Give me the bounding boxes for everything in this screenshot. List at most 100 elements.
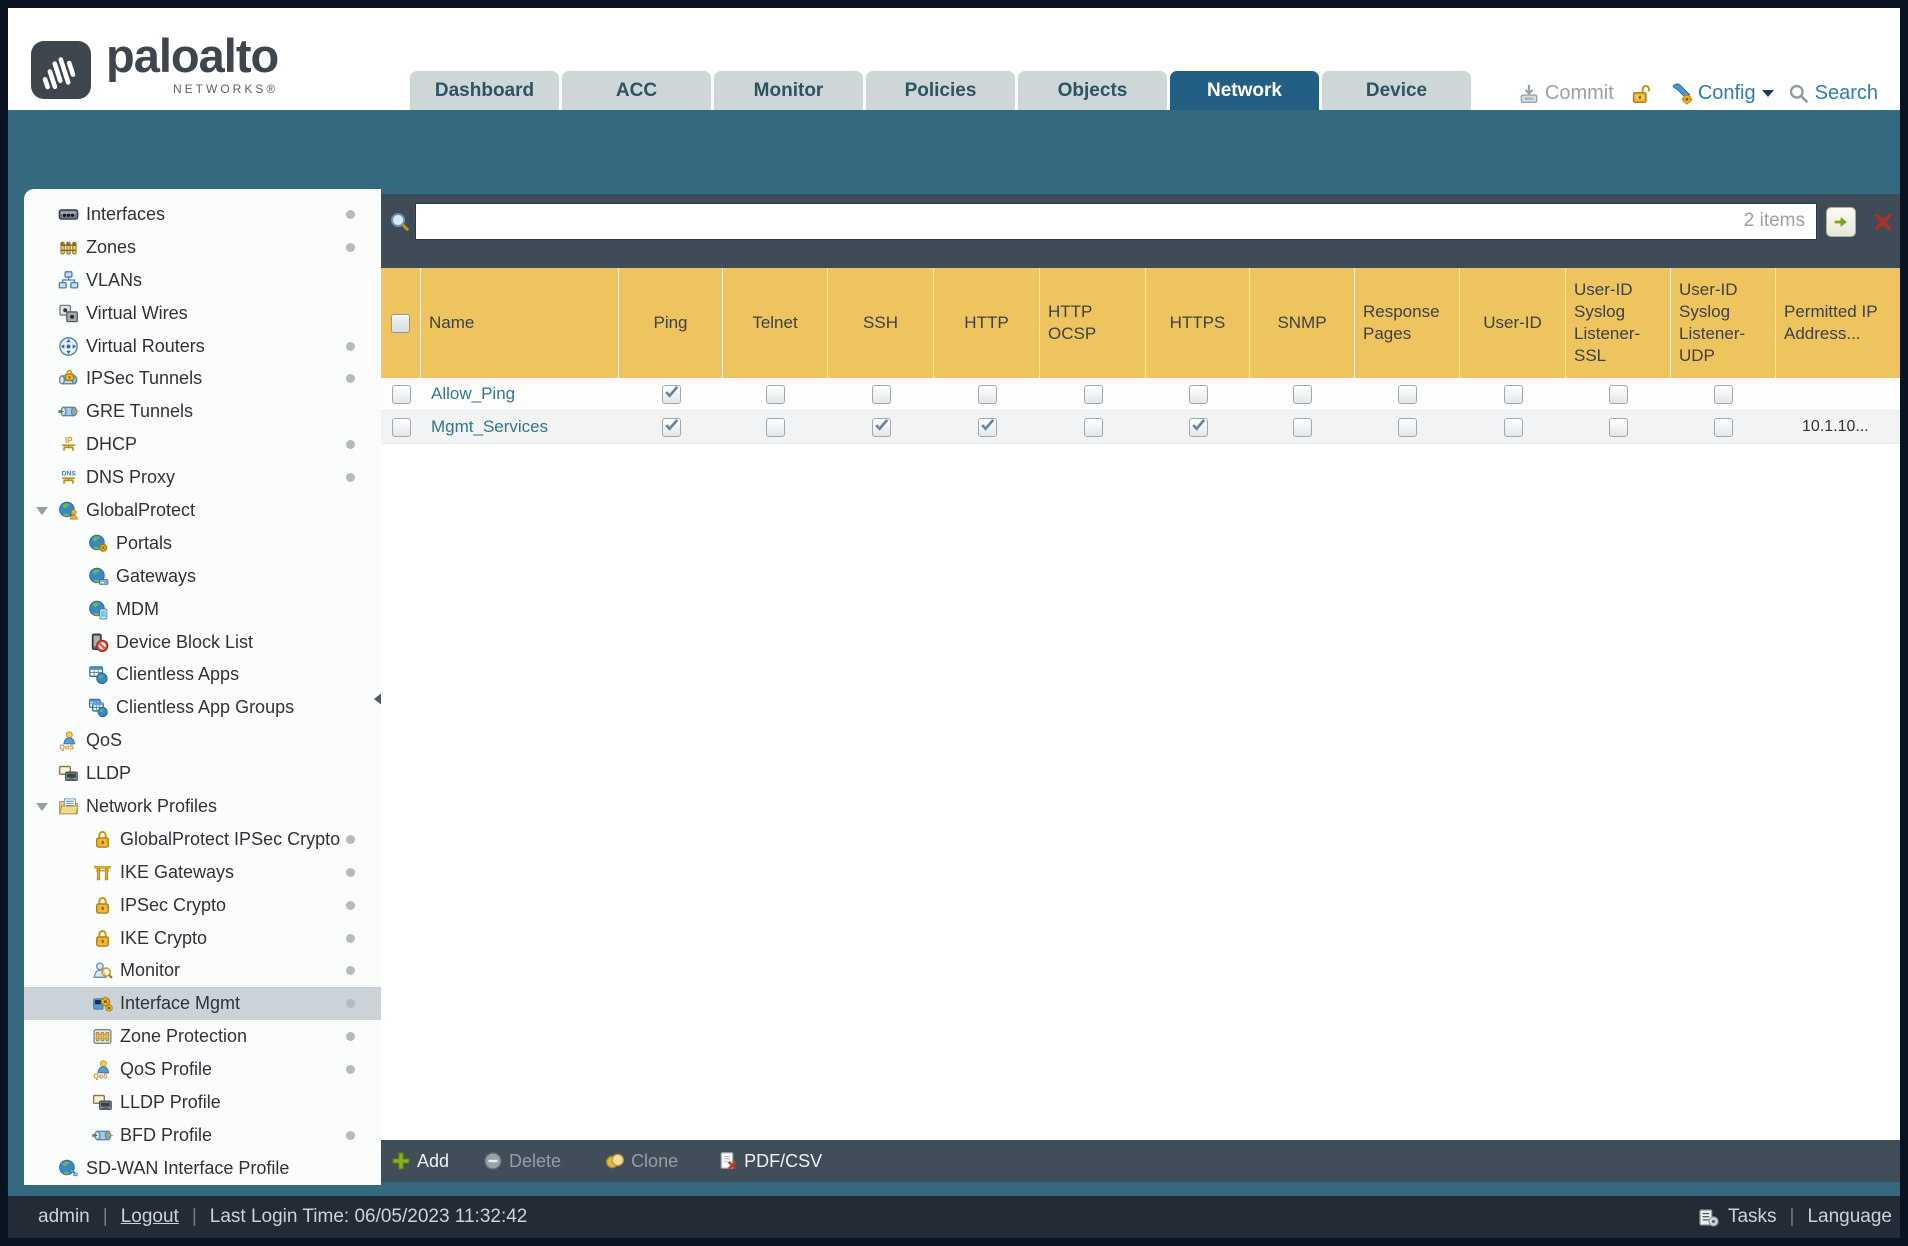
filter-input[interactable] <box>415 203 1817 240</box>
commit-button[interactable]: Commit <box>1518 82 1614 105</box>
apply-filter-button[interactable] <box>1826 206 1856 237</box>
sidebar-item-ipsec-crypto[interactable]: IPSec Crypto <box>24 889 381 922</box>
http-ocsp-state-checkbox <box>1083 384 1103 404</box>
sidebar-item-globalprotect[interactable]: GlobalProtect <box>24 494 381 527</box>
sidebar-item-label: Zone Protection <box>120 1026 248 1047</box>
tab-dashboard[interactable]: Dashboard <box>410 71 559 110</box>
column-header-response-pages[interactable]: Response Pages <box>1355 268 1460 378</box>
profile-name-link[interactable]: Allow_Ping <box>431 384 515 404</box>
logout-link[interactable]: Logout <box>121 1206 179 1228</box>
language-button[interactable]: Language <box>1807 1206 1892 1228</box>
column-header-http[interactable]: HTTP <box>934 268 1040 378</box>
sidebar-item-mdm[interactable]: MDM <box>24 593 381 626</box>
column-header-uid-ssl[interactable]: User-ID Syslog Listener-SSL <box>1566 268 1671 378</box>
modified-indicator-dot <box>346 1032 355 1042</box>
telnet-state-checkbox <box>766 417 785 437</box>
sidebar-item-qos[interactable]: QoS QoS <box>24 724 381 757</box>
sidebar-item-zone-protection[interactable]: Zone Protection <box>24 1020 381 1053</box>
main-nav-tabs: Dashboard ACC Monitor Policies Objects Networ… <box>410 71 1471 110</box>
column-header-user-id[interactable]: User-ID <box>1460 268 1566 378</box>
sidebar-item-network-profiles[interactable]: Network Profiles <box>24 790 381 823</box>
sidebar-item-ike-crypto[interactable]: IKE Crypto <box>24 922 381 955</box>
row-select-checkbox[interactable] <box>391 417 411 437</box>
clone-button[interactable]: Clone <box>605 1151 678 1172</box>
sidebar-item-label: Clientless Apps <box>116 664 240 685</box>
modified-indicator-dot <box>346 933 355 943</box>
sidebar-item-vlans[interactable]: VLANs <box>24 264 381 297</box>
snmp-state-checkbox <box>1293 384 1312 404</box>
sidebar-item-dns-proxy[interactable]: DNS DNS Proxy <box>24 461 381 494</box>
sidebar-item-ike-gateways[interactable]: IKE Gateways <box>24 856 381 889</box>
ping-state-checkbox <box>661 417 681 437</box>
column-header-uid-udp[interactable]: User-ID Syslog Listener-UDP <box>1671 268 1776 378</box>
tasks-button[interactable]: Tasks <box>1728 1206 1777 1228</box>
column-header-http-ocsp[interactable]: HTTP OCSP <box>1040 268 1146 378</box>
column-header-ping[interactable]: Ping <box>619 268 723 378</box>
column-header-permitted-ip[interactable]: Permitted IP Address... <box>1776 268 1900 378</box>
table-empty-area <box>381 444 1900 1140</box>
https-state-checkbox <box>1188 417 1208 437</box>
delete-button[interactable]: Delete <box>483 1151 561 1172</box>
search-button[interactable]: Search <box>1788 82 1878 105</box>
sidebar-item-ipsec-tunnels[interactable]: IPSec Tunnels <box>24 362 381 395</box>
sidebar-item-device-block-list[interactable]: Device Block List <box>24 626 381 659</box>
config-icon <box>1671 83 1693 105</box>
sidebar-item-label: Interface Mgmt <box>120 993 241 1014</box>
uid-udp-state-checkbox <box>1714 417 1733 437</box>
svg-text:QoS: QoS <box>59 744 74 752</box>
tab-device[interactable]: Device <box>1322 71 1471 110</box>
pdf-csv-button[interactable]: PDF/CSV <box>718 1151 822 1172</box>
logged-in-user: admin <box>38 1206 90 1227</box>
modified-indicator-dot <box>346 999 355 1009</box>
sidebar-item-sd-wan-interface-profile[interactable]: SD-WAN Interface Profile <box>24 1152 381 1185</box>
delete-label: Delete <box>509 1150 562 1171</box>
tab-acc[interactable]: ACC <box>562 71 711 110</box>
sidebar-item-clientless-apps[interactable]: Clientless Apps <box>24 658 381 691</box>
table-row[interactable]: Allow_Ping <box>381 378 1900 411</box>
select-all-checkbox[interactable] <box>391 313 410 333</box>
column-header-name[interactable]: Name <box>421 268 619 378</box>
sidebar-item-label: GRE Tunnels <box>86 401 194 422</box>
sidebar-item-interfaces[interactable]: Interfaces <box>24 198 381 231</box>
globalprotect-ipsec-crypto-icon <box>92 829 113 850</box>
column-header-snmp[interactable]: SNMP <box>1250 268 1355 378</box>
interface-mgmt-icon <box>92 993 113 1014</box>
tab-network[interactable]: Network <box>1170 71 1319 110</box>
sidebar-item-monitor[interactable]: Monitor <box>24 954 381 987</box>
sidebar-item-portals[interactable]: Portals <box>24 527 381 560</box>
tree-expander-icon[interactable] <box>36 803 48 812</box>
sidebar-item-clientless-app-groups[interactable]: Clientless App Groups <box>24 691 381 724</box>
tab-objects[interactable]: Objects <box>1018 71 1167 110</box>
user-id-state-checkbox <box>1503 417 1523 437</box>
profile-name-link[interactable]: Mgmt_Services <box>431 417 548 437</box>
sidebar-item-lldp-profile[interactable]: LLDP Profile <box>24 1086 381 1119</box>
clear-filter-button[interactable] <box>1869 208 1897 236</box>
sidebar-item-label: BFD Profile <box>120 1124 213 1145</box>
sidebar-item-virtual-routers[interactable]: Virtual Routers <box>24 330 381 363</box>
sidebar-item-zones[interactable]: Zones <box>24 231 381 264</box>
sidebar-item-dhcp[interactable]: IP DHCP <box>24 428 381 461</box>
sidebar-item-virtual-wires[interactable]: Virtual Wires <box>24 297 381 330</box>
table-row[interactable]: Mgmt_Services 10.1.10... <box>381 411 1900 444</box>
modified-indicator-dot <box>346 867 355 877</box>
uid-ssl-state-checkbox <box>1609 417 1628 437</box>
tab-monitor[interactable]: Monitor <box>714 71 863 110</box>
sidebar-item-gateways[interactable]: Gateways <box>24 560 381 593</box>
sidebar-item-globalprotect-ipsec-crypto[interactable]: GlobalProtect IPSec Crypto <box>24 823 381 856</box>
column-header-ssh[interactable]: SSH <box>828 268 934 378</box>
sidebar-item-qos-profile[interactable]: QoS QoS Profile <box>24 1053 381 1086</box>
column-header-https[interactable]: HTTPS <box>1146 268 1250 378</box>
column-header-telnet[interactable]: Telnet <box>723 268 828 378</box>
tab-policies[interactable]: Policies <box>866 71 1015 110</box>
tree-expander-icon[interactable] <box>36 507 48 516</box>
snmp-state-checkbox <box>1293 417 1312 437</box>
config-menu-button[interactable]: Config <box>1671 82 1774 105</box>
sidebar-item-gre-tunnels[interactable]: GRE Tunnels <box>24 395 381 428</box>
sidebar-item-bfd-profile[interactable]: BFD Profile <box>24 1119 381 1152</box>
sidebar-item-interface-mgmt[interactable]: Interface Mgmt <box>24 987 381 1021</box>
row-select-checkbox[interactable] <box>391 384 411 404</box>
paloalto-logo-icon <box>31 41 91 99</box>
sidebar-item-lldp[interactable]: LLDP <box>24 757 381 790</box>
add-button[interactable]: Add <box>391 1151 449 1172</box>
config-lock-icon[interactable] <box>1630 83 1652 105</box>
